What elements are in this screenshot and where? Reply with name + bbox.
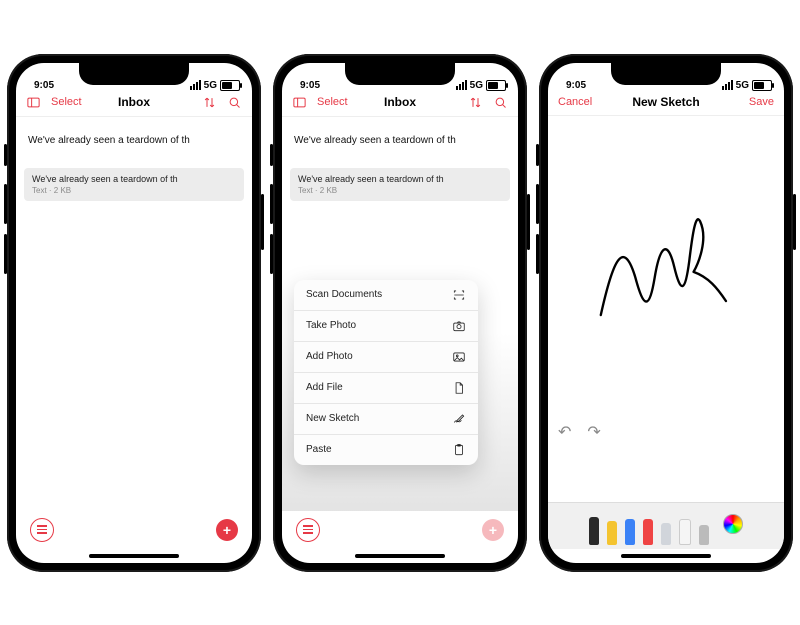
menu-label: Add Photo xyxy=(306,351,353,362)
page-title: New Sketch xyxy=(632,95,699,109)
status-time: 9:05 xyxy=(566,80,586,91)
battery-icon xyxy=(752,80,772,91)
phone-1: 9:05 5G Select Inbox We've already seen … xyxy=(7,54,261,572)
status-time: 9:05 xyxy=(300,80,320,91)
tool-eraser[interactable] xyxy=(679,519,691,545)
attachment-meta: Text · 2 KB xyxy=(298,186,502,195)
network-label: 5G xyxy=(204,80,217,91)
undo-icon[interactable]: ↶ xyxy=(558,422,571,442)
menu-label: New Sketch xyxy=(306,413,359,424)
sidebar-icon[interactable] xyxy=(26,95,41,110)
cancel-button[interactable]: Cancel xyxy=(558,96,592,108)
tool-marker-red[interactable] xyxy=(643,519,653,545)
attachment-meta: Text · 2 KB xyxy=(32,186,236,195)
menu-item-scan-documents[interactable]: Scan Documents xyxy=(294,280,478,311)
select-button[interactable]: Select xyxy=(51,96,82,108)
select-button[interactable]: Select xyxy=(317,96,348,108)
tool-ruler[interactable] xyxy=(699,525,709,545)
undo-redo: ↶ ↷ xyxy=(558,422,601,442)
page-title: Inbox xyxy=(384,95,416,109)
menu-label: Add File xyxy=(306,382,343,393)
signal-icon xyxy=(190,80,201,90)
tool-highlighter[interactable] xyxy=(607,521,617,545)
status-time: 9:05 xyxy=(34,80,54,91)
attachment-row[interactable]: We've already seen a teardown of th Text… xyxy=(290,168,510,201)
attachment-title: We've already seen a teardown of th xyxy=(32,174,236,184)
content-area: We've already seen a teardown of th We'v… xyxy=(16,117,252,511)
menu-label: Scan Documents xyxy=(306,289,382,300)
battery-icon xyxy=(220,80,240,91)
save-button[interactable]: Save xyxy=(749,96,774,108)
color-picker[interactable] xyxy=(723,514,743,534)
phone-3: 9:05 5G Cancel New Sketch Save ↶ ↷ xyxy=(539,54,793,572)
sort-icon[interactable] xyxy=(468,95,483,110)
signal-icon xyxy=(456,80,467,90)
nav-bar: Cancel New Sketch Save xyxy=(548,91,784,116)
menu-label: Paste xyxy=(306,444,332,455)
add-button[interactable]: + xyxy=(216,519,238,541)
menu-item-add-file[interactable]: Add File xyxy=(294,373,478,404)
drawing-toolbar xyxy=(548,502,784,549)
home-indicator[interactable] xyxy=(282,549,518,563)
notch xyxy=(611,63,721,85)
file-icon xyxy=(452,381,466,395)
home-indicator[interactable] xyxy=(548,549,784,563)
note-preview[interactable]: We've already seen a teardown of th xyxy=(282,117,518,146)
network-label: 5G xyxy=(470,80,483,91)
attachment-row[interactable]: We've already seen a teardown of th Text… xyxy=(24,168,244,201)
search-icon[interactable] xyxy=(227,95,242,110)
menu-label: Take Photo xyxy=(306,320,356,331)
bottom-bar: + xyxy=(282,511,518,549)
phone-2: 9:05 5G Select Inbox We've already seen … xyxy=(273,54,527,572)
bottom-bar: + xyxy=(16,511,252,549)
home-indicator[interactable] xyxy=(16,549,252,563)
menu-item-paste[interactable]: Paste xyxy=(294,435,478,465)
paste-icon xyxy=(452,443,466,457)
menu-item-new-sketch[interactable]: New Sketch xyxy=(294,404,478,435)
sort-icon[interactable] xyxy=(202,95,217,110)
network-label: 5G xyxy=(736,80,749,91)
attachment-title: We've already seen a teardown of th xyxy=(298,174,502,184)
nav-bar: Select Inbox xyxy=(282,91,518,117)
redo-icon[interactable]: ↷ xyxy=(587,422,600,442)
nav-bar: Select Inbox xyxy=(16,91,252,117)
tool-marker-blue[interactable] xyxy=(625,519,635,545)
signal-icon xyxy=(722,80,733,90)
tool-pen[interactable] xyxy=(589,517,599,545)
menu-button[interactable] xyxy=(30,518,54,542)
sketch-icon xyxy=(452,412,466,426)
camera-icon xyxy=(452,319,466,333)
menu-item-add-photo[interactable]: Add Photo xyxy=(294,342,478,373)
menu-item-take-photo[interactable]: Take Photo xyxy=(294,311,478,342)
page-title: Inbox xyxy=(118,95,150,109)
tool-pencil[interactable] xyxy=(661,523,671,545)
scan-icon xyxy=(452,288,466,302)
image-icon xyxy=(452,350,466,364)
context-menu: Scan Documents Take Photo Add Photo Add … xyxy=(294,280,478,465)
add-button[interactable]: + xyxy=(482,519,504,541)
note-preview[interactable]: We've already seen a teardown of th xyxy=(16,117,252,146)
sketch-canvas[interactable]: ↶ ↷ xyxy=(548,116,784,502)
menu-button[interactable] xyxy=(296,518,320,542)
search-icon[interactable] xyxy=(493,95,508,110)
notch xyxy=(79,63,189,85)
sidebar-icon[interactable] xyxy=(292,95,307,110)
notch xyxy=(345,63,455,85)
content-area: We've already seen a teardown of th We'v… xyxy=(282,117,518,511)
battery-icon xyxy=(486,80,506,91)
sketch-stroke xyxy=(590,170,741,363)
